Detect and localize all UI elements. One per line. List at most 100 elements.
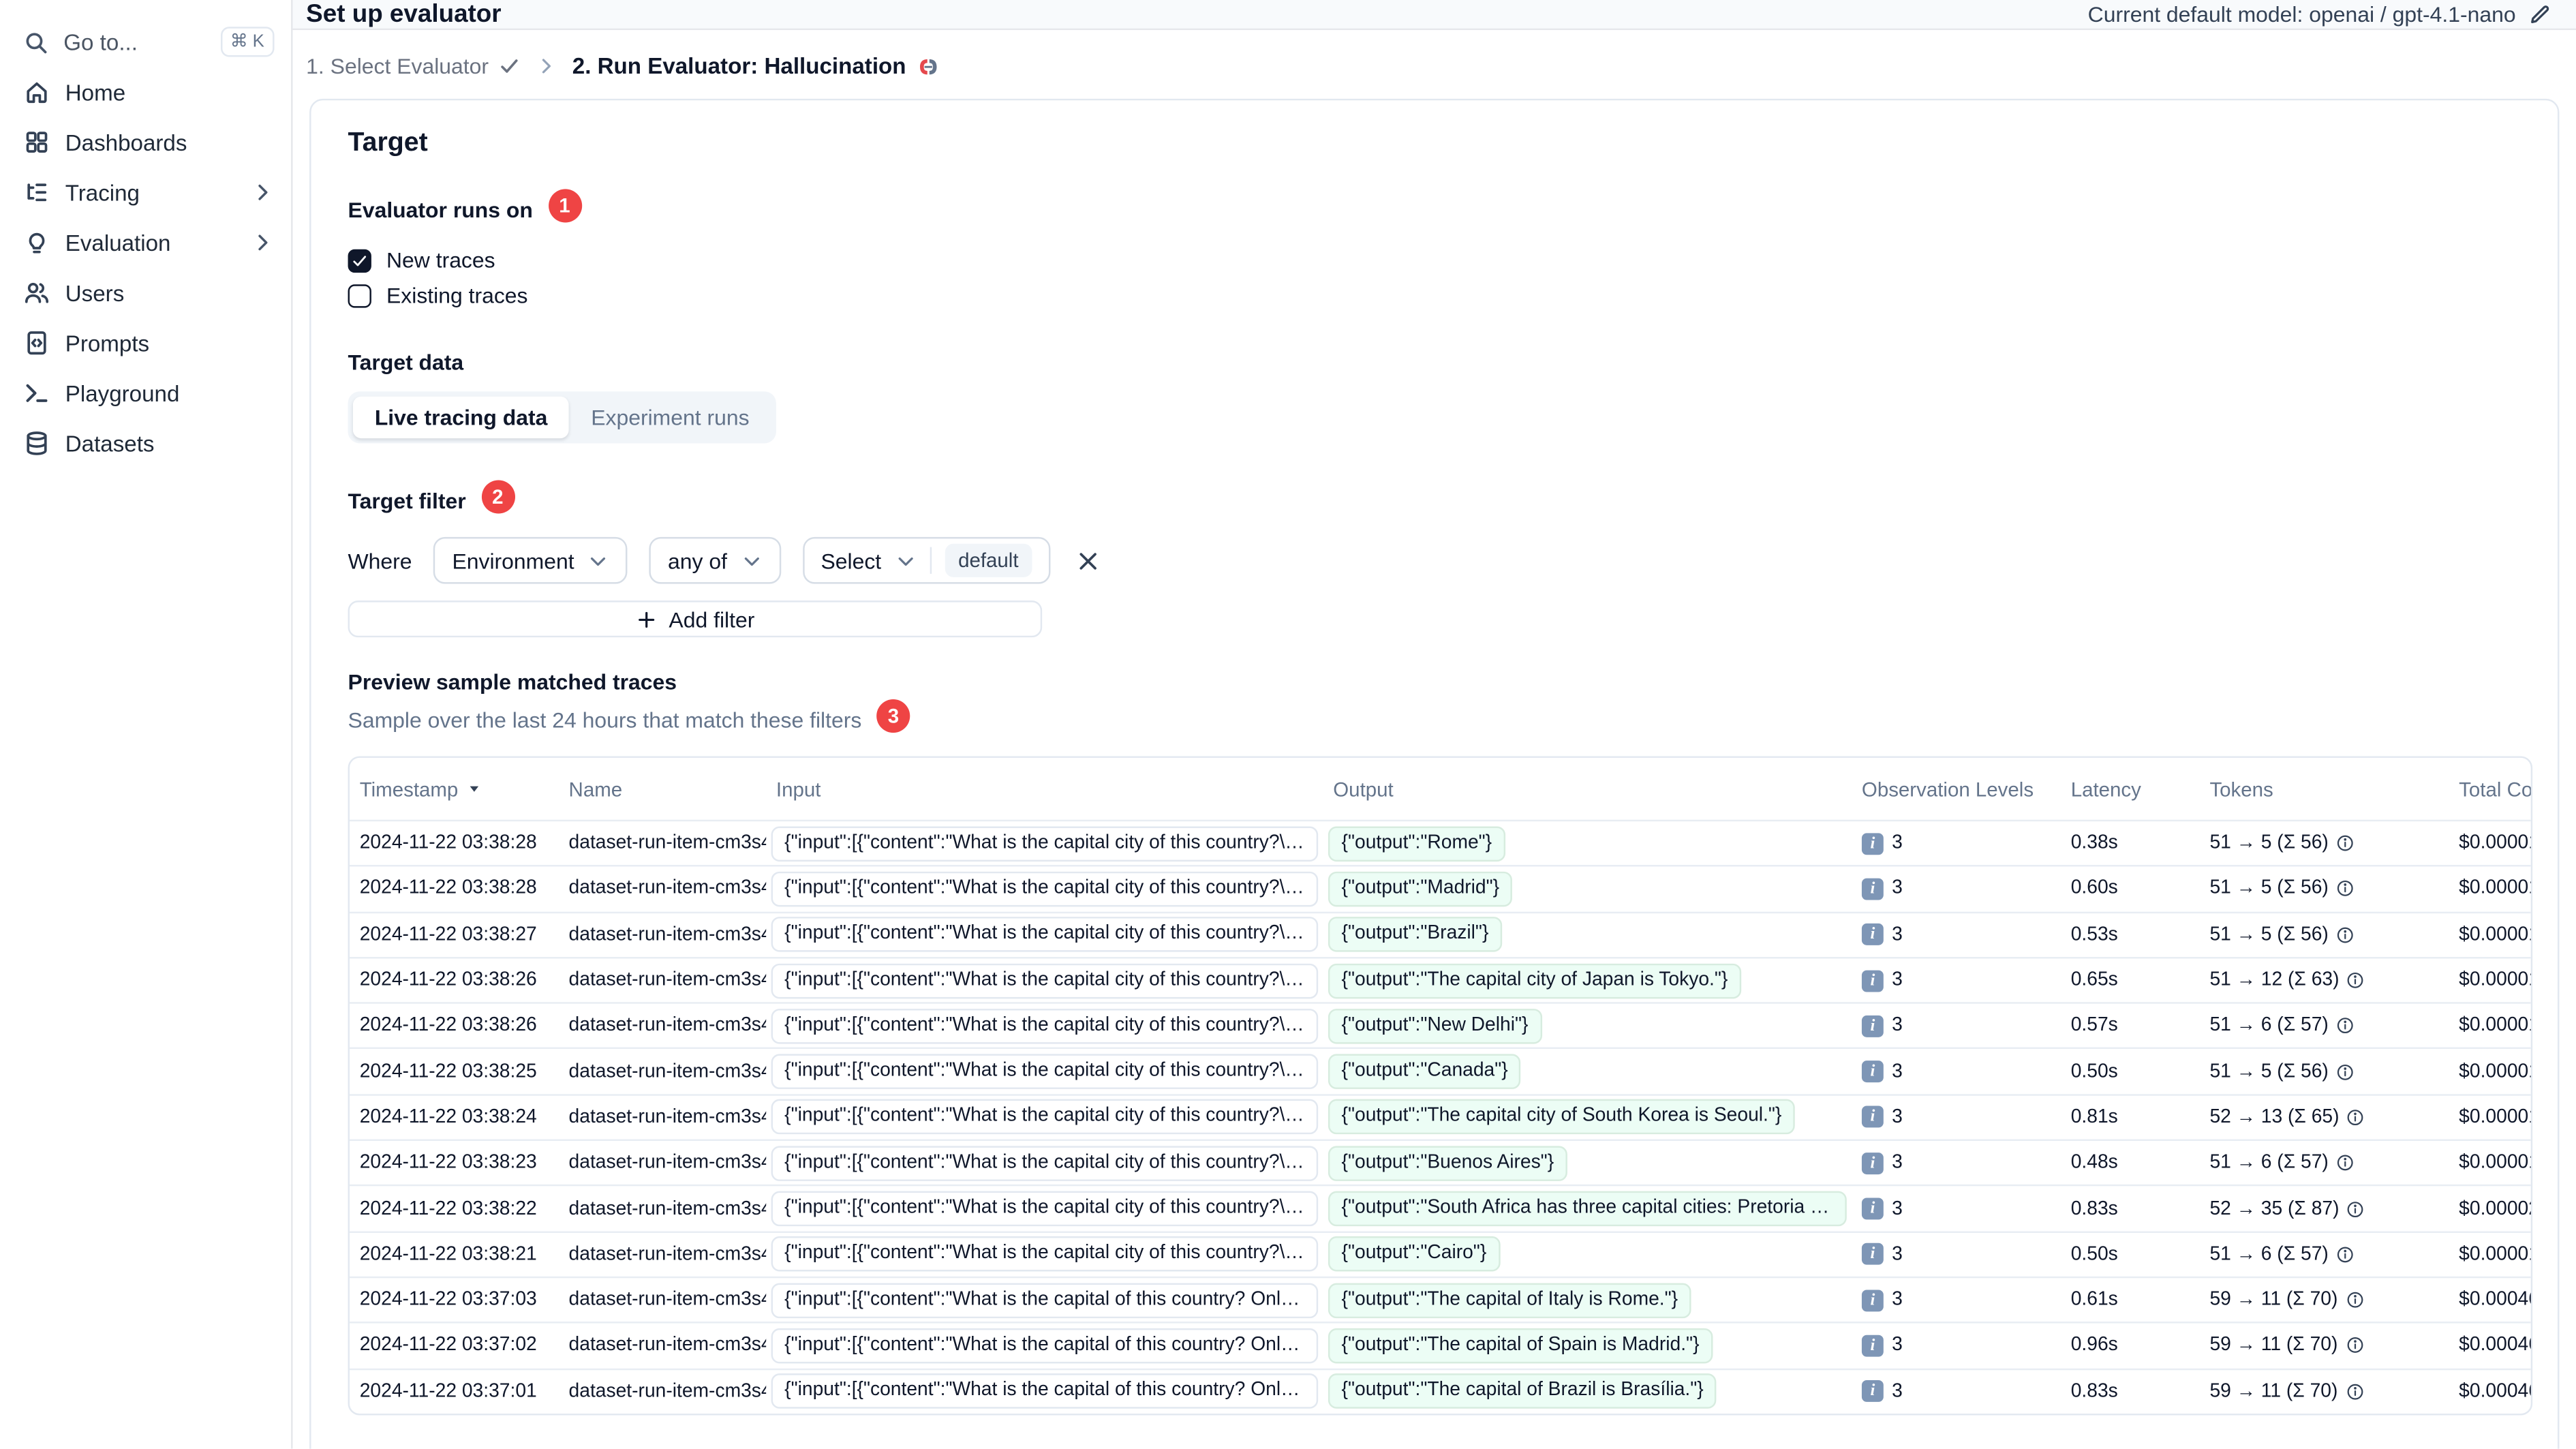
column-header-observation-levels[interactable]: Observation Levels: [1852, 777, 2061, 800]
input-cell[interactable]: {"input":[{"content":"What is the capita…: [771, 871, 1319, 907]
close-icon: [1075, 548, 1101, 573]
input-cell[interactable]: {"input":[{"content":"What is the capita…: [771, 1236, 1319, 1272]
table-row[interactable]: 2024-11-22 03:38:26 dataset-run-item-cm3s…: [349, 956, 2531, 1003]
sidebar-item-label: Evaluation: [65, 230, 171, 256]
tab-experiment-runs[interactable]: Experiment runs: [569, 397, 771, 438]
table-row[interactable]: 2024-11-22 03:38:25 dataset-run-item-cm3s…: [349, 1048, 2531, 1094]
observation-level-count: 3: [1892, 1244, 1903, 1265]
goto-search[interactable]: Go to... ⌘ K: [0, 17, 291, 67]
sidebar-item-dashboards[interactable]: Dashboards: [0, 117, 291, 168]
name-cell: dataset-run-item-cm3s4: [568, 924, 767, 945]
output-cell[interactable]: {"output":"The capital of Brazil is Bras…: [1328, 1373, 1717, 1409]
table-row[interactable]: 2024-11-22 03:38:22 dataset-run-item-cm3s…: [349, 1185, 2531, 1231]
table-row[interactable]: 2024-11-22 03:38:28 dataset-run-item-cm3s…: [349, 819, 2531, 866]
table-row[interactable]: 2024-11-22 03:38:26 dataset-run-item-cm3s…: [349, 1002, 2531, 1048]
sidebar-item-users[interactable]: Users: [0, 268, 291, 318]
input-cell[interactable]: {"input":[{"content":"What is the capita…: [771, 1328, 1319, 1364]
output-cell[interactable]: {"output":"Canada"}: [1328, 1054, 1522, 1090]
input-cell[interactable]: {"input":[{"content":"What is the capita…: [771, 1282, 1319, 1318]
input-cell-wrap: {"input":[{"content":"What is the capita…: [766, 1141, 1323, 1185]
column-header-timestamp[interactable]: Timestamp: [350, 777, 559, 800]
filter-column-select[interactable]: Environment: [433, 536, 628, 584]
table-row[interactable]: 2024-11-22 03:38:23 dataset-run-item-cm3s…: [349, 1139, 2531, 1185]
filter-operator-select[interactable]: any of: [649, 536, 781, 584]
table-row[interactable]: 2024-11-22 03:38:28 dataset-run-item-cm3s…: [349, 865, 2531, 911]
output-cell[interactable]: {"output":"The capital city of Japan is …: [1328, 962, 1741, 998]
table-row[interactable]: 2024-11-22 03:37:02 dataset-run-item-cm3s…: [349, 1322, 2533, 1368]
output-cell[interactable]: {"output":"Brazil"}: [1328, 917, 1503, 953]
timestamp-cell: 2024-11-22 03:38:22: [359, 1198, 537, 1219]
table-row[interactable]: 2024-11-22 03:38:24 dataset-run-item-cm3s…: [349, 1093, 2531, 1140]
total-cost-cell: $0.000011: [2449, 1004, 2531, 1048]
observation-levels-cell: i3: [1852, 867, 2061, 911]
sidebar-item-home[interactable]: Home: [0, 67, 291, 117]
sidebar-item-tracing[interactable]: Tracing: [0, 167, 291, 217]
remove-filter-button[interactable]: [1075, 548, 1101, 573]
add-filter-button[interactable]: Add filter: [348, 600, 1043, 638]
input-cell[interactable]: {"input":[{"content":"What is the capita…: [771, 917, 1319, 953]
table-row[interactable]: 2024-11-22 03:37:03 dataset-run-item-cm3s…: [349, 1276, 2531, 1322]
info-icon: [2346, 1199, 2365, 1219]
timestamp-cell: 2024-11-22 03:38:25: [359, 1061, 537, 1082]
column-header-input[interactable]: Input: [766, 777, 1323, 800]
input-cell[interactable]: {"input":[{"content":"What is the capita…: [771, 825, 1319, 861]
output-cell[interactable]: {"output":"Rome"}: [1328, 825, 1505, 861]
total-cost-cell: $0.000011: [2449, 821, 2531, 866]
column-header-output[interactable]: Output: [1323, 777, 1852, 800]
info-square-icon: i: [1861, 1015, 1884, 1037]
tokens-cell: 51 → 6 (Σ 57): [2200, 1004, 2449, 1048]
output-cell[interactable]: {"output":"Buenos Aires"}: [1328, 1145, 1567, 1181]
input-cell[interactable]: {"input":[{"content":"What is the capita…: [771, 1099, 1319, 1135]
output-cell[interactable]: {"output":"The capital of Italy is Rome.…: [1328, 1282, 1691, 1318]
output-cell[interactable]: {"output":"South Africa has three capita…: [1328, 1191, 1847, 1227]
breadcrumb-step-2-label: 2. Run Evaluator: Hallucination: [572, 53, 906, 79]
check-icon: [499, 55, 521, 77]
column-header-name[interactable]: Name: [559, 777, 766, 800]
column-header-latency[interactable]: Latency: [2061, 777, 2200, 800]
observation-levels-cell: i3: [1852, 913, 2061, 957]
sidebar-item-playground[interactable]: Playground: [0, 368, 291, 418]
table-row[interactable]: 2024-11-22 03:38:27 dataset-run-item-cm3s…: [349, 911, 2531, 957]
chevron-right-icon: [536, 55, 557, 77]
tokens-value: 51 → 5 (Σ 56): [2209, 1061, 2329, 1082]
column-header-label: Latency: [2070, 777, 2141, 801]
total-cost-value: $0.00046: [2459, 1335, 2533, 1356]
input-cell-wrap: {"input":[{"content":"What is the capita…: [766, 1278, 1323, 1322]
name-cell: dataset-run-item-cm3s4: [568, 1335, 767, 1356]
column-header-tokens[interactable]: Tokens: [2200, 777, 2449, 800]
output-cell[interactable]: {"output":"The capital of Spain is Madri…: [1328, 1328, 1713, 1364]
output-cell[interactable]: {"output":"New Delhi"}: [1328, 1008, 1542, 1044]
timestamp-cell: 2024-11-22 03:38:21: [359, 1244, 537, 1265]
input-cell[interactable]: {"input":[{"content":"What is the capita…: [771, 1373, 1319, 1409]
output-cell[interactable]: {"output":"Madrid"}: [1328, 871, 1513, 907]
input-cell[interactable]: {"input":[{"content":"What is the capita…: [771, 1145, 1319, 1181]
input-cell[interactable]: {"input":[{"content":"What is the capita…: [771, 962, 1319, 998]
latency-cell: 0.83s: [2070, 1198, 2118, 1219]
timestamp-cell: 2024-11-22 03:38:27: [359, 924, 537, 945]
edit-model-button[interactable]: [2528, 1, 2553, 27]
table-row[interactable]: 2024-11-22 03:37:01 dataset-run-item-cm3s…: [349, 1367, 2531, 1414]
filter-value-select[interactable]: Select default: [802, 536, 1051, 584]
latency-cell: 0.60s: [2070, 879, 2118, 900]
sidebar-item-datasets[interactable]: Datasets: [0, 418, 291, 469]
table-row[interactable]: 2024-11-22 03:38:21 dataset-run-item-cm3s…: [349, 1230, 2531, 1277]
sidebar-item-evaluation[interactable]: Evaluation: [0, 217, 291, 268]
output-cell[interactable]: {"output":"Cairo"}: [1328, 1236, 1500, 1272]
tab-live-tracing-data[interactable]: Live tracing data: [352, 396, 570, 439]
output-cell[interactable]: {"output":"The capital city of South Kor…: [1328, 1099, 1795, 1135]
tokens-cell: 52 → 35 (Σ 87): [2200, 1187, 2449, 1231]
sidebar-item-prompts[interactable]: Prompts: [0, 318, 291, 368]
timestamp-cell: 2024-11-22 03:38:26: [359, 970, 537, 991]
info-icon: [2335, 1153, 2355, 1173]
tokens-cell: 51 → 5 (Σ 56): [2200, 1050, 2449, 1094]
checkbox-new-traces[interactable]: New traces: [348, 243, 2523, 278]
sidebar-item-label: Users: [65, 280, 125, 305]
input-cell[interactable]: {"input":[{"content":"What is the capita…: [771, 1054, 1319, 1090]
input-cell[interactable]: {"input":[{"content":"What is the capita…: [771, 1008, 1319, 1044]
input-cell[interactable]: {"input":[{"content":"What is the capita…: [771, 1191, 1319, 1227]
checkbox-existing-traces[interactable]: Existing traces: [348, 277, 2523, 313]
target-data-label: Target data: [348, 349, 464, 375]
breadcrumb-step-1[interactable]: 1. Select Evaluator: [306, 54, 521, 78]
dashboards-icon: [23, 129, 50, 155]
column-header-total-cost[interactable]: Total Cost: [2449, 777, 2531, 800]
